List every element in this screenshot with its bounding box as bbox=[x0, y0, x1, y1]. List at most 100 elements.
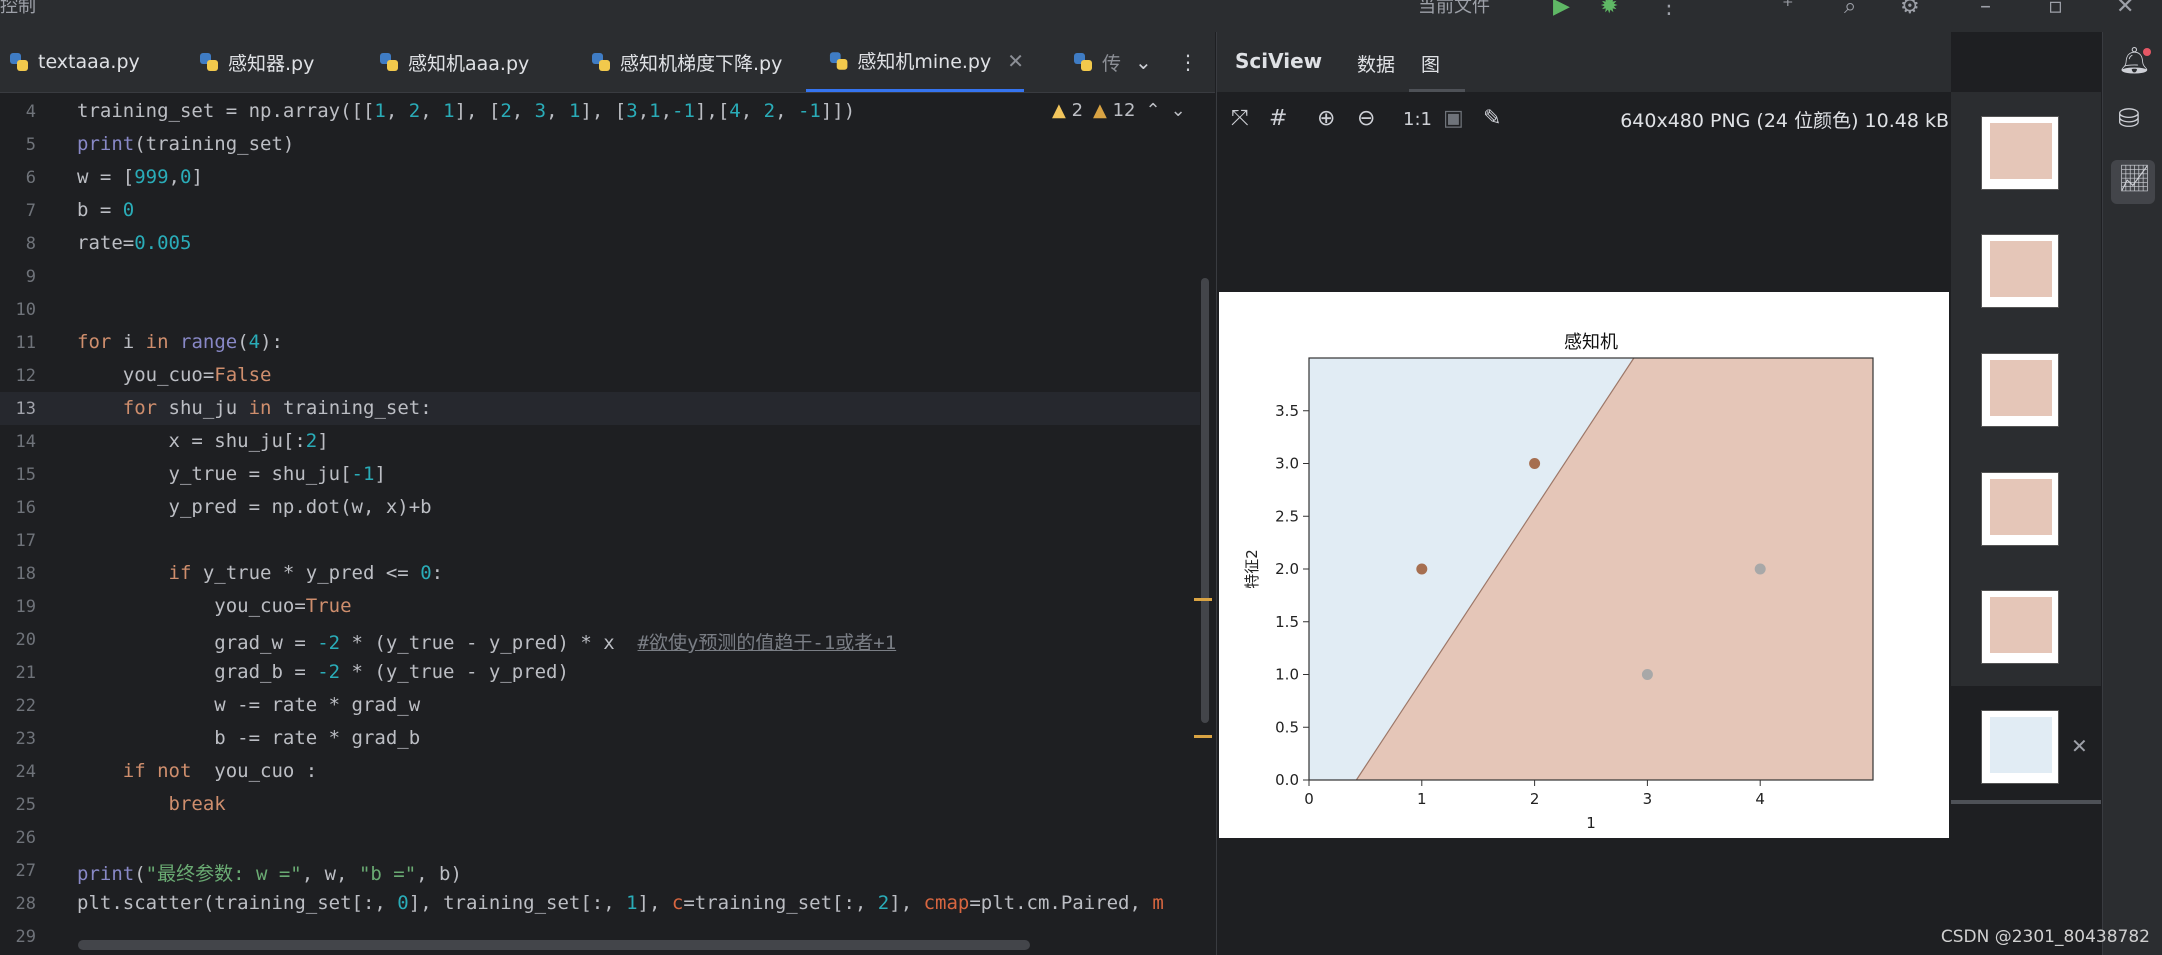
tab-data[interactable]: 数据 bbox=[1357, 50, 1395, 77]
tab-ganzhiji-mine[interactable]: 感知机mine.py ✕ bbox=[806, 32, 1024, 92]
warning-stripe-marker[interactable] bbox=[1194, 598, 1212, 601]
main-menu-button[interactable]: 控制 bbox=[0, 0, 36, 16]
code-line-28: plt.scatter(training_set[:, 0], training… bbox=[77, 892, 1164, 914]
line-number: 28 bbox=[15, 894, 36, 914]
code-line-5: print(training_set) bbox=[77, 133, 295, 155]
sciview-panel: SciView 数据 图 ⤧ # ⊕ ⊖ 1:1 ▣ ✎ 640x480 PNG… bbox=[1216, 32, 1951, 955]
maximize-icon[interactable]: ▫ bbox=[2048, 0, 2063, 18]
sciview-header: SciView 数据 图 bbox=[1217, 32, 1951, 92]
sciview-title: SciView bbox=[1235, 49, 1323, 73]
x-tick-label: 3 bbox=[1643, 790, 1653, 808]
actual-size-button[interactable]: 1:1 bbox=[1403, 109, 1432, 130]
line-number: 11 bbox=[15, 333, 36, 353]
code-line-21: grad_b = -2 * (y_true - y_pred) bbox=[77, 661, 569, 683]
code-line-7: b = 0 bbox=[77, 199, 135, 221]
editor-horizontal-scrollbar[interactable] bbox=[78, 940, 1030, 950]
sciview-chart-icon[interactable]: 📈︎ bbox=[2118, 164, 2151, 194]
inspection-widget[interactable]: ▲ 2 ▲ 12 ⌃ ⌄ bbox=[1052, 100, 1186, 121]
plot-thumbnail-selected[interactable] bbox=[1981, 710, 2059, 784]
y-tick-label: 1.0 bbox=[1275, 666, 1299, 684]
tab-label: 感知器.py bbox=[228, 52, 315, 75]
plot-thumbnail[interactable] bbox=[1981, 353, 2059, 427]
y-tick-label: 3.5 bbox=[1275, 402, 1299, 420]
run-icon[interactable]: ▶ bbox=[1553, 0, 1570, 18]
previous-highlight-icon[interactable]: ⌃ bbox=[1146, 100, 1161, 121]
tab-ganzhiji-aaa[interactable]: 感知机aaa.py bbox=[378, 32, 529, 92]
database-icon[interactable]: ⛁ bbox=[2118, 104, 2140, 134]
x-tick-label: 0 bbox=[1304, 790, 1314, 808]
zoom-out-icon[interactable]: ⊖ bbox=[1357, 106, 1375, 131]
close-thumbnail-icon[interactable]: ✕ bbox=[2071, 734, 2088, 758]
x-tick-label: 1 bbox=[1417, 790, 1427, 808]
code-line-8: rate=0.005 bbox=[77, 232, 192, 254]
x-tick-label: 4 bbox=[1755, 790, 1765, 808]
y-axis-label: 特征2 bbox=[1243, 549, 1261, 589]
tab-label: 感知机mine.py bbox=[857, 51, 992, 73]
plot-thumbnail[interactable] bbox=[1981, 472, 2059, 546]
tab-gradient-descent[interactable]: 感知机梯度下降.py bbox=[590, 32, 782, 92]
code-line-19: you_cuo=True bbox=[77, 595, 352, 617]
fit-to-window-icon[interactable]: ⤧ bbox=[1231, 106, 1249, 131]
editor-vertical-scrollbar[interactable] bbox=[1201, 278, 1209, 723]
warning-stripe-marker[interactable] bbox=[1194, 735, 1212, 738]
code-line-4: training_set = np.array([[1, 2, 1], [2, … bbox=[77, 100, 856, 122]
color-picker-icon[interactable]: ✎ bbox=[1483, 106, 1501, 131]
search-icon[interactable]: ⌕ bbox=[1844, 0, 1856, 18]
grid-icon[interactable]: # bbox=[1269, 106, 1287, 131]
line-number-gutter: 4 5 6 7 8 9 10 11 12 13 14 15 16 17 18 1… bbox=[0, 93, 62, 955]
plot-thumbnail[interactable] bbox=[1981, 116, 2059, 190]
line-number: 24 bbox=[15, 762, 36, 782]
y-tick-label: 2.5 bbox=[1275, 507, 1299, 525]
tab-plots[interactable]: 图 bbox=[1421, 50, 1440, 77]
line-number: 16 bbox=[15, 498, 36, 518]
line-number: 21 bbox=[15, 663, 36, 683]
plot-thumbnail-list: ✕ bbox=[1951, 92, 2101, 804]
line-number: 9 bbox=[25, 267, 36, 287]
y-tick-label: 0.0 bbox=[1275, 771, 1299, 789]
code-line-13: for shu_ju in training_set: bbox=[122, 397, 432, 419]
weak-warning-triangle-icon: ▲ bbox=[1093, 100, 1107, 121]
line-number: 23 bbox=[15, 729, 36, 749]
chevron-down-icon[interactable]: ⌄ bbox=[1135, 32, 1152, 92]
add-user-icon[interactable]: ⁺ bbox=[1782, 0, 1794, 18]
x-axis-label: 1 bbox=[1586, 814, 1596, 832]
plot-thumbnail[interactable] bbox=[1981, 590, 2059, 664]
tab-overflow-file[interactable]: 传 bbox=[1072, 32, 1121, 92]
close-tab-icon[interactable]: ✕ bbox=[1007, 49, 1024, 73]
thumbnail-scrollbar[interactable] bbox=[1951, 800, 2101, 804]
debug-icon[interactable]: ✹ bbox=[1600, 0, 1618, 18]
code-line-14: x = shu_ju[:2] bbox=[77, 430, 329, 452]
notification-badge bbox=[2143, 48, 2151, 56]
tab-label: 传 bbox=[1102, 52, 1122, 75]
line-number: 6 bbox=[25, 168, 36, 188]
scatter-point bbox=[1754, 563, 1766, 575]
y-tick-label: 0.5 bbox=[1275, 718, 1299, 736]
minimize-icon[interactable]: – bbox=[1980, 0, 1991, 18]
editor-tab-bar: textaaa.py 感知器.py 感知机aaa.py 感知机梯度下降.py 感… bbox=[0, 32, 1215, 93]
settings-gear-icon[interactable]: ⚙ bbox=[1900, 0, 1920, 18]
code-line-27: print("最终参数: w =", w, "b =", b) bbox=[77, 863, 462, 885]
more-tabs-icon[interactable]: ⋮ bbox=[1178, 32, 1198, 92]
plot-image: 0 1 2 3 4 0.0 0.5 1.0 1.5 2.0 2.5 3.0 3.5 感知机 1 特征2 bbox=[1219, 292, 1949, 838]
warning-count[interactable]: ▲ 2 bbox=[1052, 100, 1083, 121]
line-number: 26 bbox=[15, 828, 36, 848]
code-line-24: if not you_cuo : bbox=[122, 760, 318, 782]
more-actions-icon[interactable]: ⋮ bbox=[1658, 0, 1680, 18]
line-number: 27 bbox=[15, 861, 36, 881]
next-highlight-icon[interactable]: ⌄ bbox=[1171, 100, 1186, 121]
code-line-22: w -= rate * grad_w bbox=[77, 694, 421, 716]
weak-warning-count[interactable]: ▲ 12 bbox=[1093, 100, 1135, 121]
chessboard-icon[interactable]: ▣ bbox=[1443, 106, 1464, 131]
run-config-selector[interactable]: 当前文件 bbox=[1418, 0, 1490, 16]
tab-ganzhiqi[interactable]: 感知器.py bbox=[198, 32, 314, 92]
scatter-point bbox=[1416, 563, 1428, 575]
code-line-12: you_cuo=False bbox=[77, 364, 272, 386]
code-line-20: grad_w = -2 * (y_true - y_pred) * x #欲使y… bbox=[77, 632, 897, 654]
python-file-icon bbox=[10, 53, 28, 71]
close-window-icon[interactable]: ✕ bbox=[2116, 0, 2134, 18]
scatter-point bbox=[1529, 458, 1541, 469]
tab-textaaa[interactable]: textaaa.py bbox=[8, 32, 140, 92]
code-editor[interactable]: 4 5 6 7 8 9 10 11 12 13 14 15 16 17 18 1… bbox=[0, 93, 1215, 955]
plot-thumbnail[interactable] bbox=[1981, 234, 2059, 308]
zoom-in-icon[interactable]: ⊕ bbox=[1317, 106, 1335, 131]
